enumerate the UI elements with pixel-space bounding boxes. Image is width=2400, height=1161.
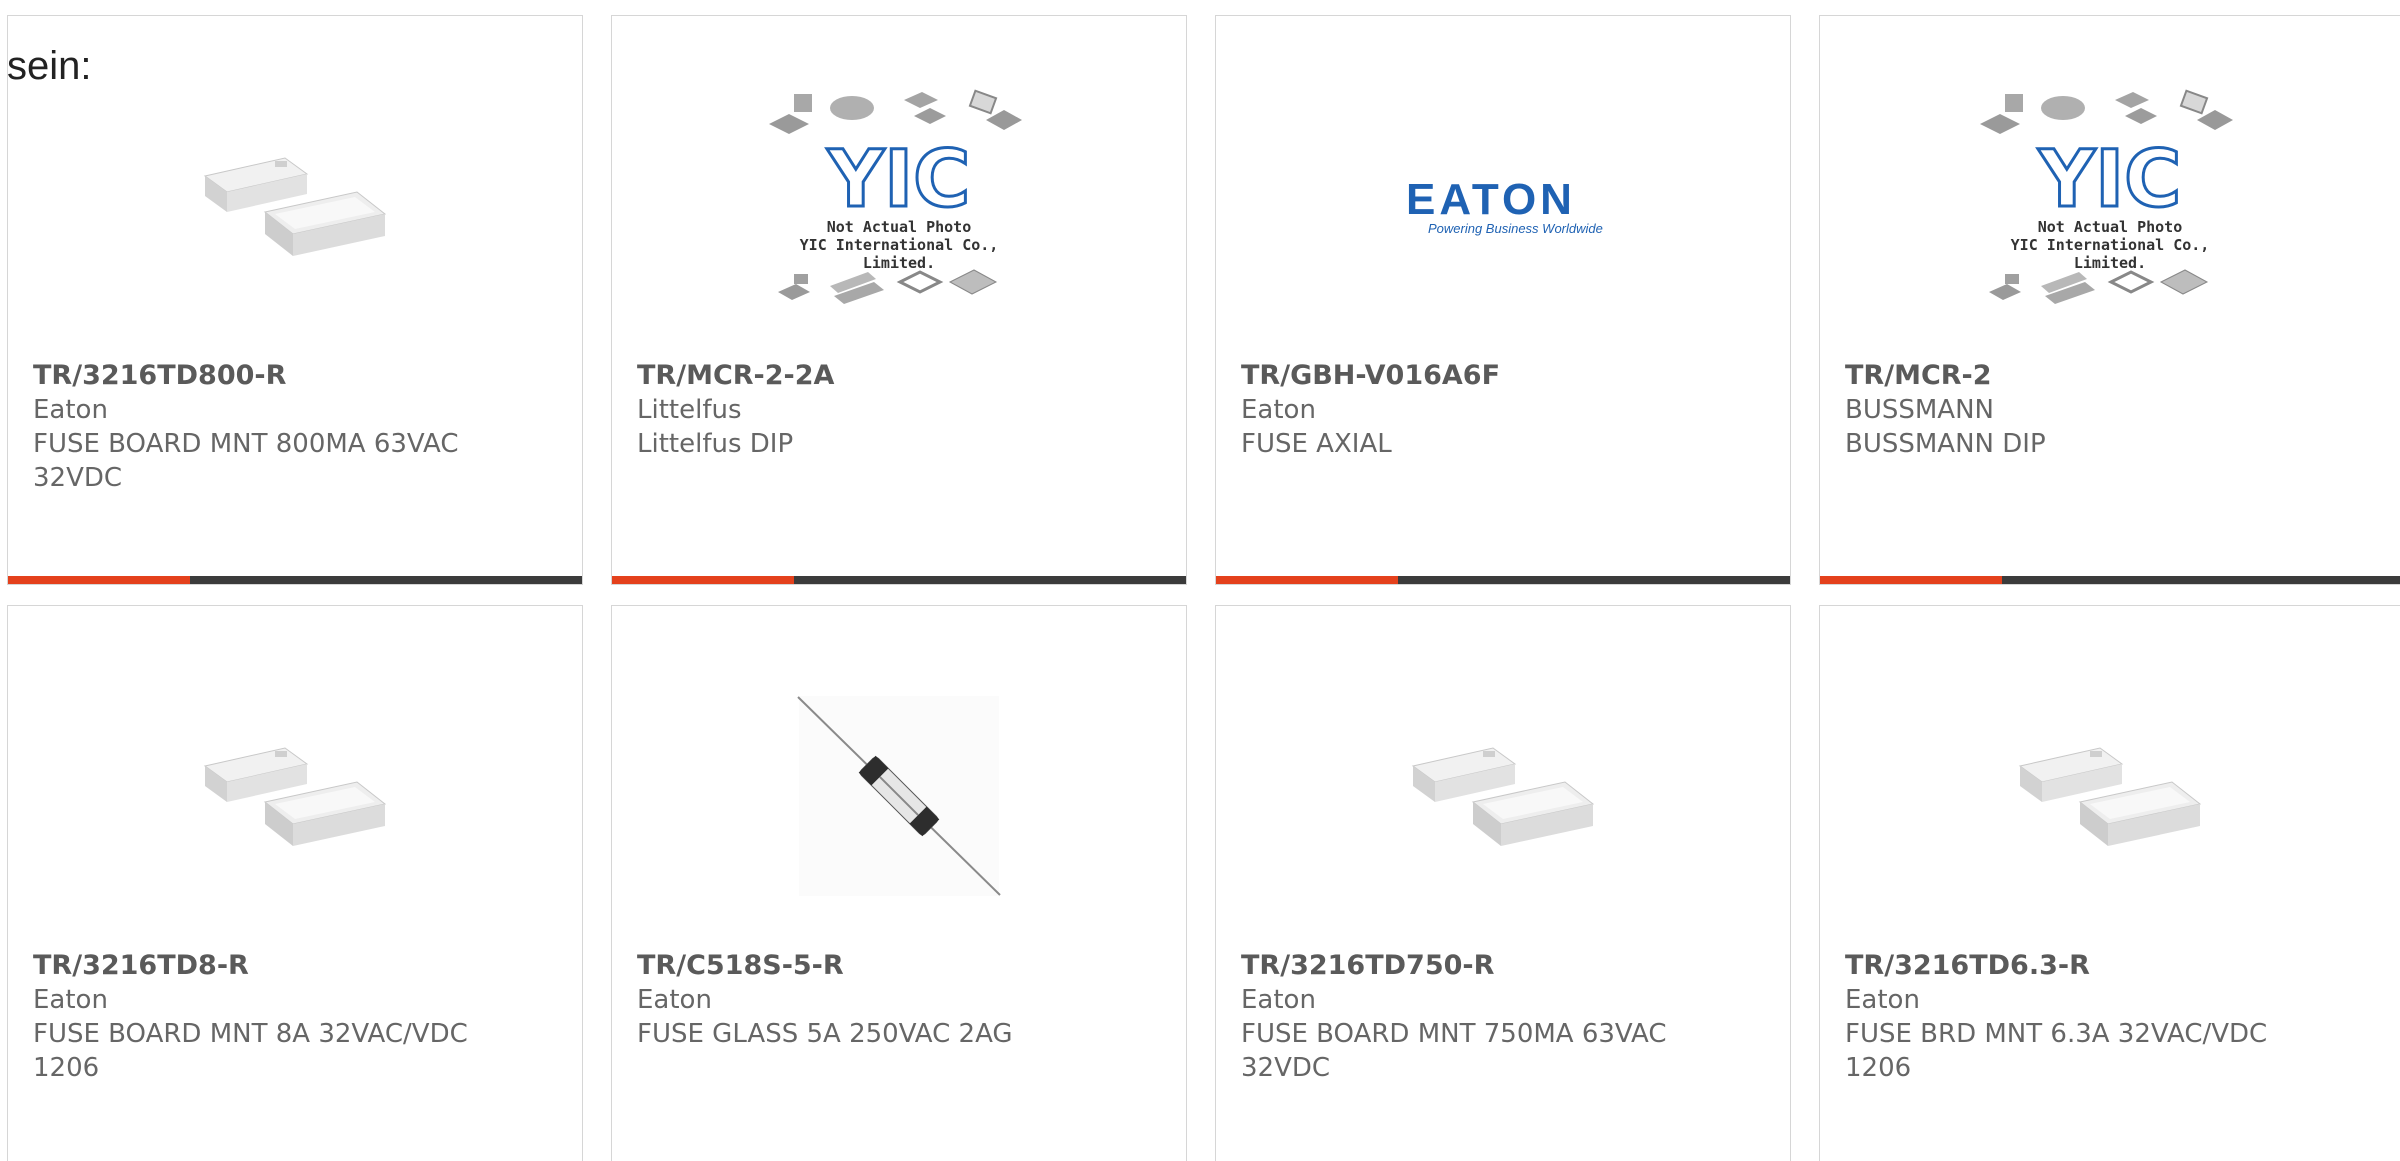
product-image-eaton-logo[interactable]: EATON Powering Business Worldwide [1216, 56, 1790, 356]
manufacturer-label: Eaton [1241, 395, 1316, 425]
product-image-placeholder[interactable]: YIC Not Actual Photo YIC International C… [612, 56, 1186, 356]
product-card[interactable]: TR/3216TD8-R Eaton FUSE BOARD MNT 8A 32V… [7, 605, 583, 1161]
product-image-smd-fuse[interactable] [8, 646, 582, 946]
placeholder-company: YIC International Co., Limited. [799, 236, 999, 272]
manufacturer-label: Eaton [1845, 985, 1920, 1015]
product-image-placeholder[interactable]: YIC Not Actual Photo YIC International C… [1820, 56, 2400, 356]
card-bottom-bar [8, 576, 582, 584]
card-bottom-bar [612, 576, 1186, 584]
part-number-link[interactable]: TR/3216TD800-R [33, 359, 522, 393]
manufacturer-label: Littelfus [637, 395, 742, 425]
product-card[interactable]: TR/3216TD750-R Eaton FUSE BOARD MNT 750M… [1215, 605, 1791, 1161]
part-number-link[interactable]: TR/MCR-2-2A [637, 359, 1126, 393]
placeholder-caption: Not Actual Photo [826, 218, 972, 236]
card-bottom-bar [1820, 576, 2400, 584]
product-image-smd-fuse[interactable] [1216, 646, 1790, 946]
product-card[interactable]: YIC Not Actual Photo YIC International C… [1819, 15, 2400, 585]
part-number-link[interactable]: TR/C518S-5-R [637, 949, 1126, 983]
placeholder-caption: Not Actual Photo [2037, 218, 2183, 236]
card-bottom-bar [1216, 576, 1790, 584]
product-description: FUSE BOARD MNT 8A 32VAC/VDC 1206 [33, 1019, 468, 1083]
manufacturer-label: Eaton [33, 985, 108, 1015]
product-description: FUSE BOARD MNT 800MA 63VAC 32VDC [33, 429, 459, 493]
product-grid: TR/3216TD800-R Eaton FUSE BOARD MNT 800M… [0, 0, 2400, 1161]
product-card[interactable]: TR/C518S-5-R Eaton FUSE GLASS 5A 250VAC … [611, 605, 1187, 1161]
part-number-link[interactable]: TR/MCR-2 [1845, 359, 2340, 393]
product-description: BUSSMANN DIP [1845, 429, 2046, 459]
section-heading-fragment: sein: [7, 44, 92, 88]
placeholder-company: YIC International Co., Limited. [2010, 236, 2210, 272]
product-description: Littelfus DIP [637, 429, 794, 459]
manufacturer-label: Eaton [33, 395, 108, 425]
product-image-smd-fuse[interactable] [1820, 646, 2400, 946]
product-description: FUSE BOARD MNT 750MA 63VAC 32VDC [1241, 1019, 1667, 1083]
part-number-link[interactable]: TR/3216TD750-R [1241, 949, 1730, 983]
manufacturer-label: Eaton [1241, 985, 1316, 1015]
product-description: FUSE GLASS 5A 250VAC 2AG [637, 1019, 1013, 1049]
part-number-link[interactable]: TR/3216TD8-R [33, 949, 522, 983]
svg-text:YIC: YIC [2038, 135, 2182, 225]
product-card[interactable]: EATON Powering Business Worldwide TR/GBH… [1215, 15, 1791, 585]
product-card[interactable]: TR/3216TD6.3-R Eaton FUSE BRD MNT 6.3A 3… [1819, 605, 2400, 1161]
product-image-glass-fuse[interactable] [612, 646, 1186, 946]
product-image-smd-fuse[interactable] [8, 56, 582, 356]
eaton-logo: EATON Powering Business Worldwide [1406, 175, 1603, 236]
product-card[interactable]: TR/3216TD800-R Eaton FUSE BOARD MNT 800M… [7, 15, 583, 585]
part-number-link[interactable]: TR/GBH-V016A6F [1241, 359, 1730, 393]
manufacturer-label: Eaton [637, 985, 712, 1015]
manufacturer-label: BUSSMANN [1845, 395, 1994, 425]
part-number-link[interactable]: TR/3216TD6.3-R [1845, 949, 2340, 983]
svg-text:YIC: YIC [827, 135, 971, 225]
product-card[interactable]: YIC Not Actual Photo YIC International C… [611, 15, 1187, 585]
product-description: FUSE BRD MNT 6.3A 32VAC/VDC 1206 [1845, 1019, 2268, 1083]
product-description: FUSE AXIAL [1241, 429, 1392, 459]
